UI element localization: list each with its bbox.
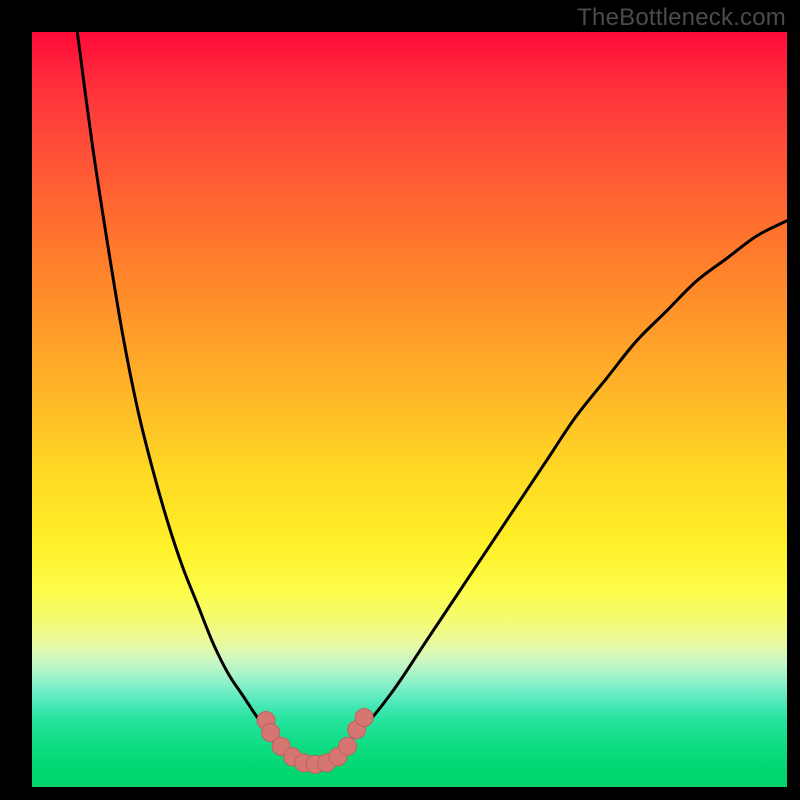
watermark-text: TheBottleneck.com (577, 4, 786, 32)
bottleneck-curve (77, 32, 787, 764)
data-marker (339, 737, 357, 755)
chart-frame: TheBottleneck.com (0, 0, 800, 800)
curve-layer (32, 32, 787, 787)
plot-area (32, 32, 787, 787)
data-marker (355, 709, 373, 727)
